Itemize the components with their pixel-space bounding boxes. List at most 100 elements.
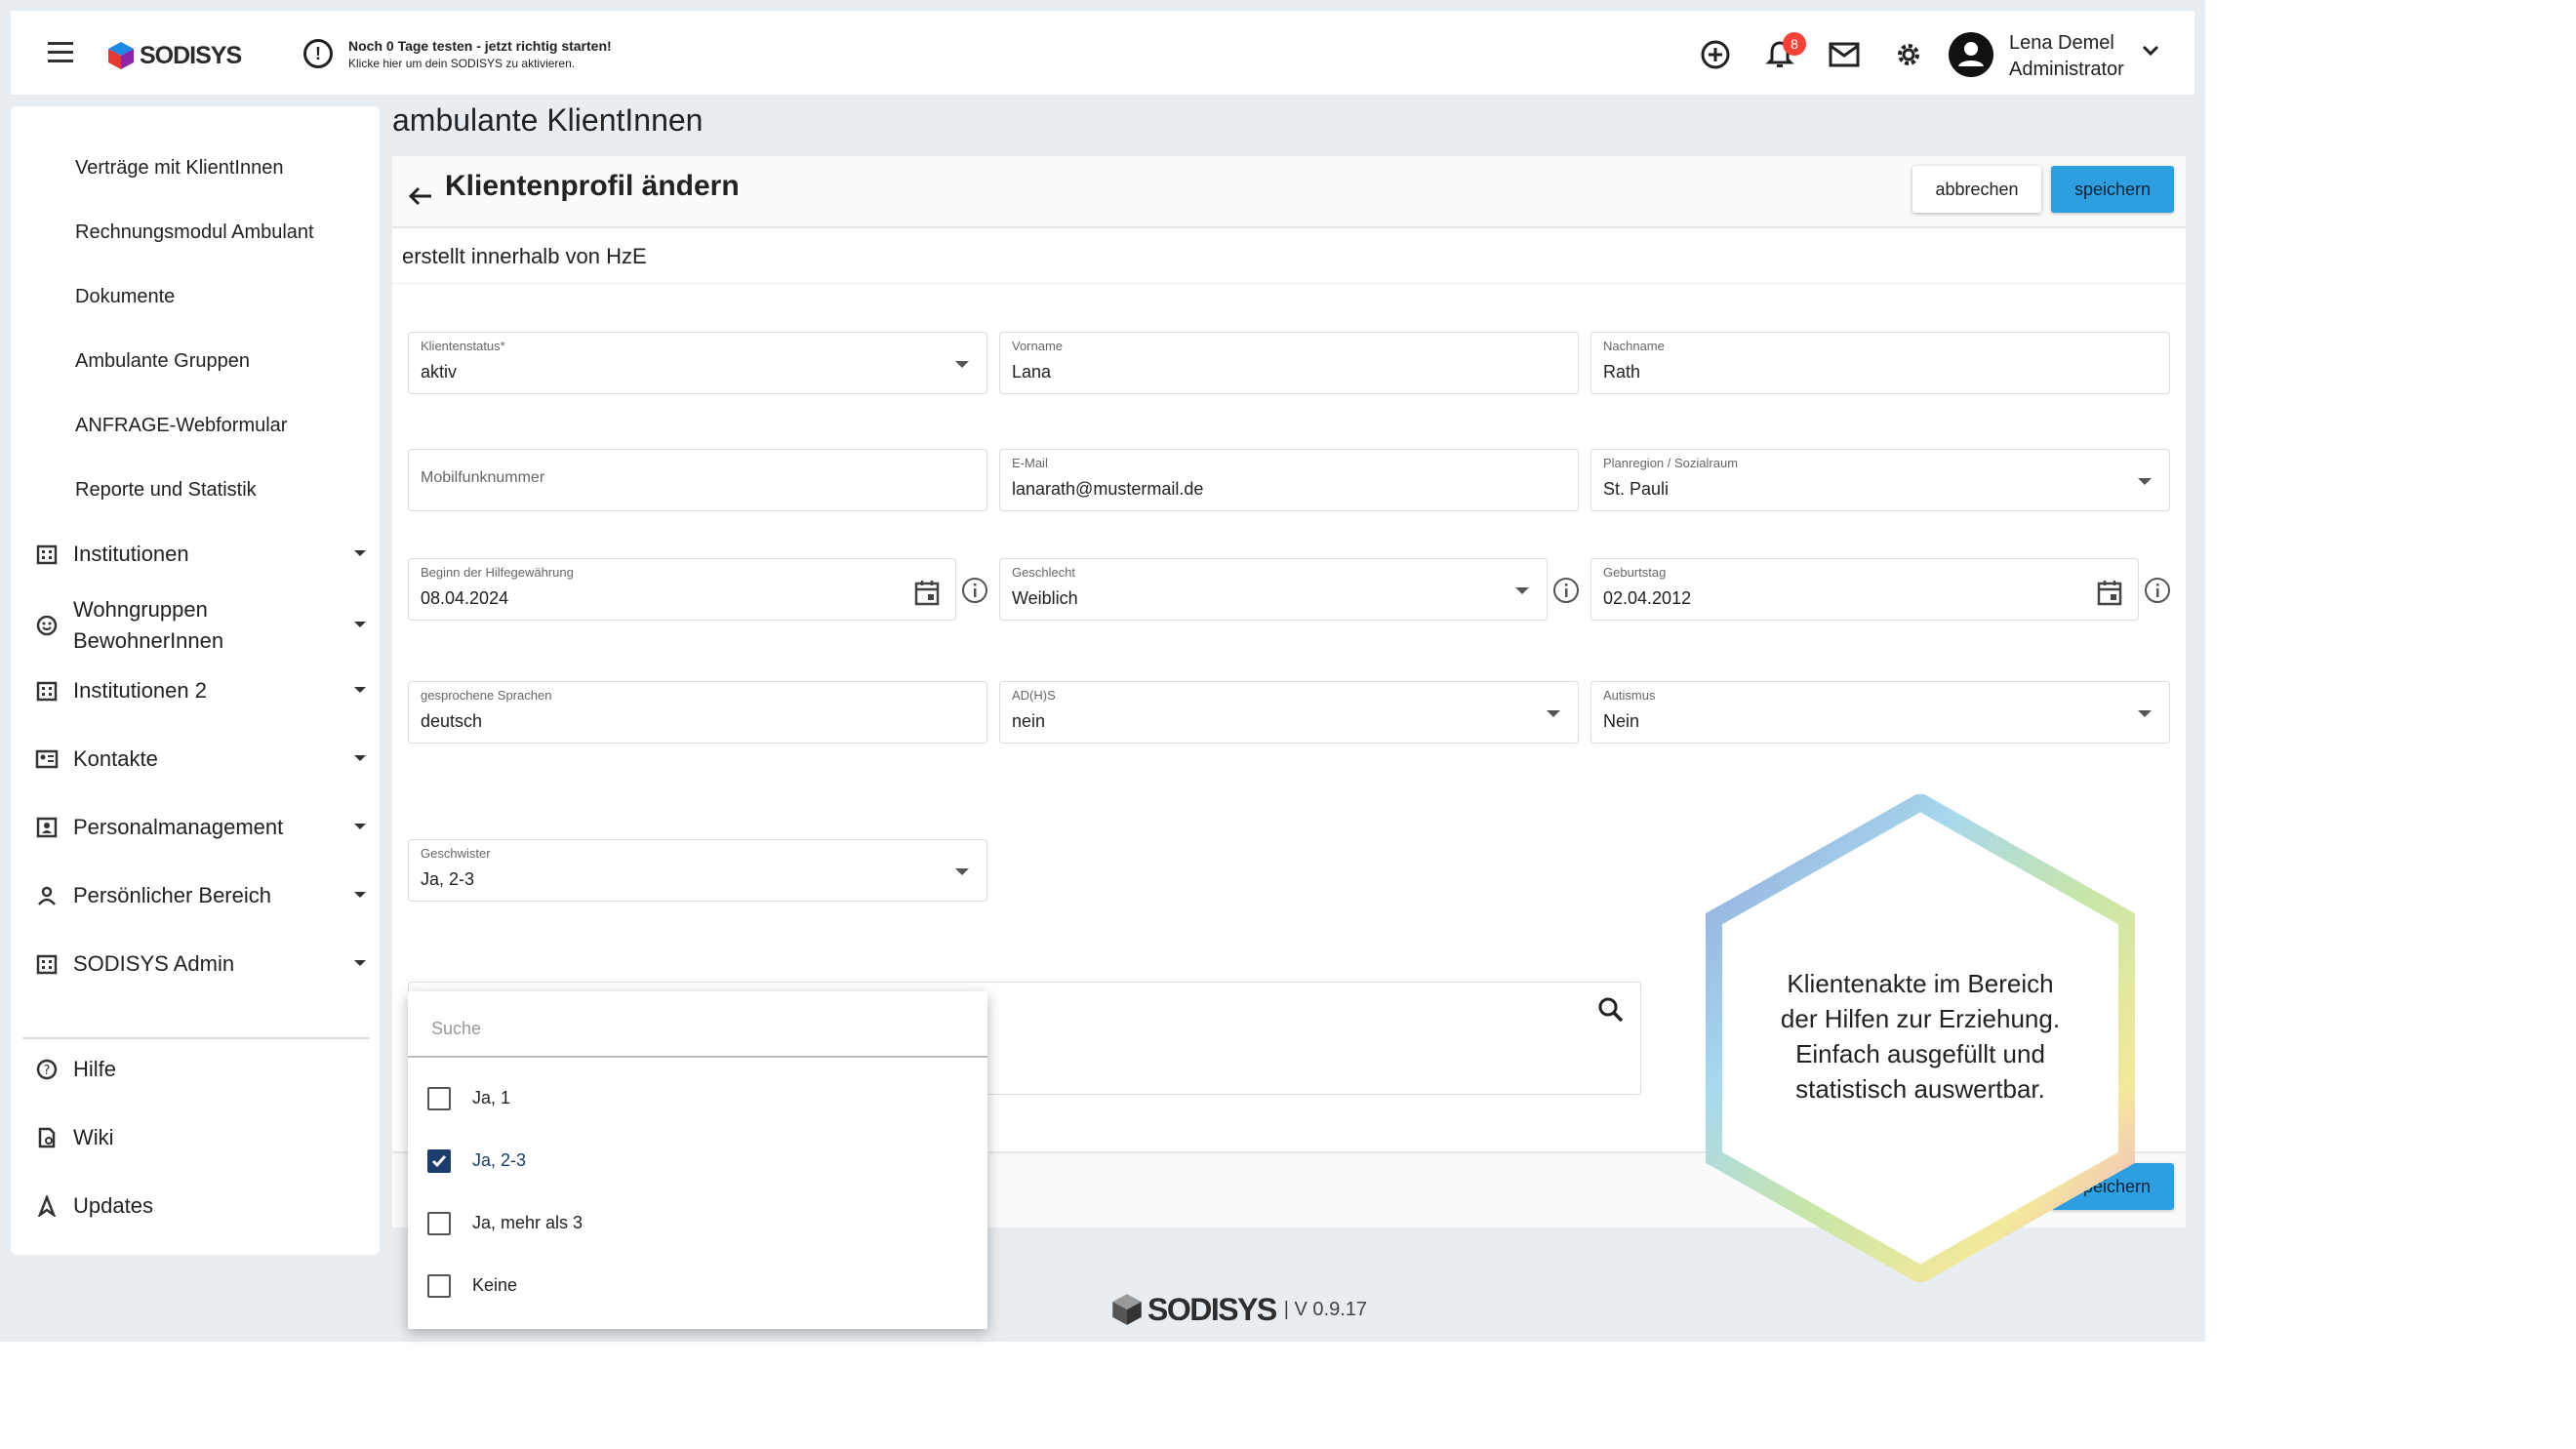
contact-card-icon [34,746,60,772]
sidebar-label: Institutionen [73,542,189,566]
updates-icon [34,1193,60,1219]
sidebar-item-vertraege[interactable]: Verträge mit KlientInnen [75,157,283,180]
info-icon[interactable] [1551,576,1581,605]
trial-banner[interactable]: ! Noch 0 Tage testen - jetzt richtig sta… [303,34,612,73]
sidebar-item-sodisys-admin[interactable]: SODISYS Admin [34,951,366,977]
field-value: nein [1012,711,1046,731]
autismus-select[interactable]: Autismus Nein [1590,681,2170,744]
sidebar-item-dokumente[interactable]: Dokumente [75,286,175,308]
sidebar-label: Kontakte [73,746,158,771]
logo-text: SODISYS [140,41,242,69]
sidebar: Verträge mit KlientInnen Rechnungsmodul … [11,106,380,1255]
vorname-field[interactable]: Vorname Lana [999,332,1579,394]
field-value: Ja, 2-3 [421,869,475,889]
caret-down-icon [354,550,366,556]
id-badge-icon [34,815,60,840]
sidebar-item-anfrage-webformular[interactable]: ANFRAGE-Webformular [75,415,287,437]
user-avatar-icon[interactable] [1949,32,1993,77]
caret-down-icon [1547,710,1560,717]
add-icon[interactable] [1695,34,1736,75]
help-icon: ? [34,1057,60,1082]
field-label: AD(H)S [1012,688,1056,703]
sodisys-logo-icon [108,42,134,69]
dropdown-option[interactable]: Ja, 2-3 [408,1134,987,1188]
email-field[interactable]: E-Mail lanarath@mustermail.de [999,449,1579,511]
app-version: | V 0.9.17 [1283,1298,1368,1320]
field-value: aktiv [421,362,458,382]
adhs-select[interactable]: AD(H)S nein [999,681,1579,744]
mobilfunknummer-field[interactable]: Mobilfunknummer [408,449,987,511]
search-icon[interactable] [1597,996,1625,1024]
sidebar-item-wiki[interactable]: Wiki [34,1125,366,1150]
checkbox-checked-icon[interactable] [427,1149,451,1173]
field-value: Nein [1603,711,1640,731]
page-title: ambulante KlientInnen [392,102,704,138]
field-placeholder: Mobilfunknummer [421,469,545,486]
sidebar-item-rechnungsmodul[interactable]: Rechnungsmodul Ambulant [75,221,314,244]
sidebar-item-personalmanagement[interactable]: Personalmanagement [34,815,366,840]
app-root: SODISYS ! Noch 0 Tage testen - jetzt ric… [0,0,2576,1449]
sidebar-label: Updates [73,1193,153,1218]
save-button[interactable]: speichern [2051,166,2174,213]
caret-down-icon [354,755,366,761]
sidebar-label: Wohngruppen BewohnerInnen [73,597,224,653]
caret-down-icon [1515,587,1529,594]
option-label: Ja, 1 [472,1088,511,1107]
notification-badge: 8 [1783,32,1806,56]
sidebar-item-wohngruppen[interactable]: Wohngruppen BewohnerInnen [34,594,366,657]
sidebar-item-updates[interactable]: Updates [34,1193,366,1219]
settings-gear-icon[interactable] [1888,34,1929,75]
mail-icon[interactable] [1824,34,1865,75]
sidebar-item-institutionen[interactable]: Institutionen [34,542,366,567]
geschlecht-select[interactable]: Geschlecht Weiblich [999,558,1548,621]
sidebar-item-ambulante-gruppen[interactable]: Ambulante Gruppen [75,350,250,373]
nachname-field[interactable]: Nachname Rath [1590,332,2170,394]
sidebar-item-institutionen-2[interactable]: Institutionen 2 [34,678,366,704]
planregion-select[interactable]: Planregion / Sozialraum St. Pauli [1590,449,2170,511]
klientenstatus-select[interactable]: Klientenstatus* aktiv [408,332,987,394]
sidebar-label: Persönlicher Bereich [73,883,271,907]
cancel-button[interactable]: abbrechen [1912,166,2041,213]
checkbox-icon[interactable] [427,1087,451,1110]
caret-down-icon [354,892,366,898]
sidebar-item-reporte[interactable]: Reporte und Statistik [75,479,257,502]
back-arrow-icon[interactable] [406,180,435,209]
sidebar-label: SODISYS Admin [73,951,235,976]
geschwister-select[interactable]: Geschwister Ja, 2-3 [408,839,987,902]
menu-icon[interactable] [36,38,85,67]
person-icon [34,883,60,908]
dropdown-option[interactable]: Ja, 1 [408,1071,987,1126]
dropdown-search-input[interactable]: Suche [408,1001,987,1058]
sidebar-item-kontakte[interactable]: Kontakte [34,746,366,772]
building-icon [34,678,60,704]
gesprochene-sprachen-field[interactable]: gesprochene Sprachen deutsch [408,681,987,744]
field-value: 08.04.2024 [421,588,509,608]
info-icon[interactable] [2143,576,2172,605]
user-info[interactable]: Lena Demel Administrator [2009,30,2124,83]
field-label: Klientenstatus* [421,339,505,353]
sidebar-item-persoenlicher-bereich[interactable]: Persönlicher Bereich [34,883,366,908]
beginn-hilfegewaehrung-field[interactable]: Beginn der Hilfegewährung 08.04.2024 [408,558,956,621]
field-label: Geburtstag [1603,565,1667,580]
dropdown-option[interactable]: Keine [408,1259,987,1313]
checkbox-icon[interactable] [427,1274,451,1298]
geburtstag-field[interactable]: Geburtstag 02.04.2012 [1590,558,2139,621]
user-role: Administrator [2009,59,2124,80]
field-label: Geschlecht [1012,565,1076,580]
field-label: Vorname [1012,339,1064,353]
building-icon [34,951,60,977]
checkbox-icon[interactable] [427,1212,451,1235]
dropdown-option[interactable]: Ja, mehr als 3 [408,1196,987,1251]
field-label: Autismus [1603,688,1656,703]
field-label: Nachname [1603,339,1665,353]
notifications-icon[interactable]: 8 [1759,32,1806,75]
info-icon[interactable] [960,576,989,605]
field-label: Beginn der Hilfegewährung [421,565,574,580]
app-window: SODISYS ! Noch 0 Tage testen - jetzt ric… [0,0,2205,1342]
calendar-icon[interactable] [914,579,940,606]
calendar-icon[interactable] [2097,579,2122,606]
top-bar: SODISYS ! Noch 0 Tage testen - jetzt ric… [11,11,2194,95]
app-logo[interactable]: SODISYS [106,38,242,73]
chevron-down-icon[interactable] [2140,43,2161,59]
sidebar-item-hilfe[interactable]: ? Hilfe [34,1057,366,1082]
